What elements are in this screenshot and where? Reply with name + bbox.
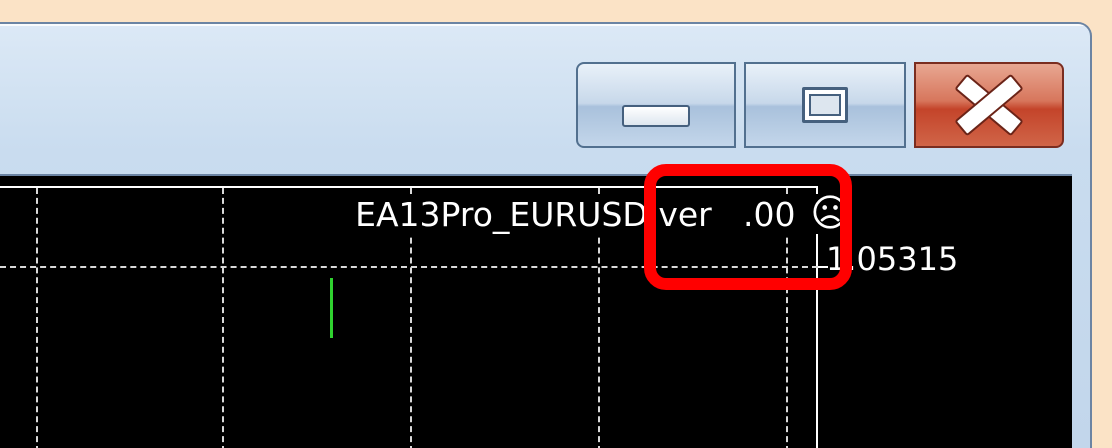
- page: EA13Pro_EURUSD ver .00 1.05315: [0, 0, 1112, 448]
- grid-line-vertical: [36, 188, 38, 448]
- terminal-window: EA13Pro_EURUSD ver .00 1.05315: [0, 22, 1092, 448]
- title-bar[interactable]: [0, 24, 1090, 174]
- close-icon: [954, 73, 1024, 137]
- ea-name-text: EA13Pro_EURUSD ver: [355, 195, 712, 234]
- candle-wick: [330, 278, 333, 338]
- grid-line-vertical: [222, 188, 224, 448]
- sad-face-icon: [813, 195, 847, 229]
- price-axis-label: 1.05315: [826, 240, 959, 278]
- minimize-button[interactable]: [576, 62, 736, 148]
- caption-buttons: [576, 62, 1064, 148]
- grid-line-horizontal: [0, 266, 818, 268]
- maximize-button[interactable]: [744, 62, 906, 148]
- minimize-icon: [622, 105, 690, 127]
- close-button[interactable]: [914, 62, 1064, 148]
- ea-version-text: .00: [743, 195, 796, 234]
- maximize-icon: [802, 87, 848, 123]
- ea-name-label: EA13Pro_EURUSD ver .00: [351, 194, 852, 234]
- chart-area[interactable]: EA13Pro_EURUSD ver .00 1.05315: [0, 174, 1072, 448]
